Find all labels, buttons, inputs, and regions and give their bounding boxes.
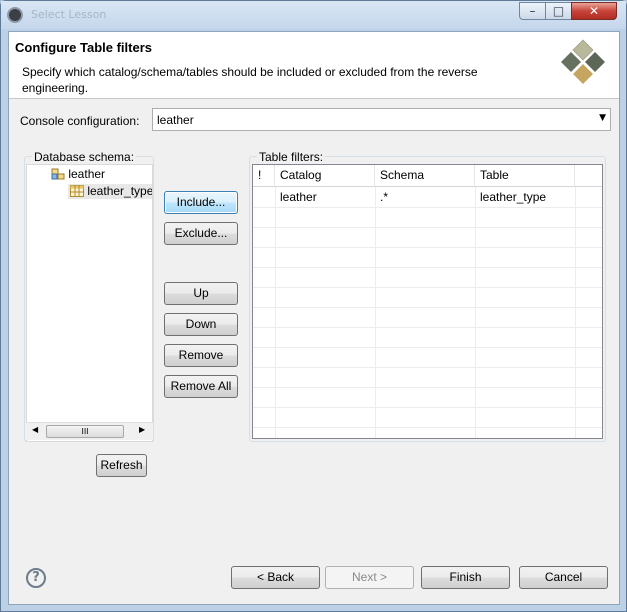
grid-divider — [253, 367, 602, 368]
database-schema-icon — [51, 168, 65, 180]
help-icon[interactable]: ? — [26, 568, 46, 588]
dialog-client-area: Configure Table filters Specify which ca… — [8, 31, 620, 605]
grid-divider — [275, 187, 276, 438]
scroll-right-icon[interactable]: ▶ — [139, 425, 145, 434]
grid-divider — [253, 347, 602, 348]
exclude-button[interactable]: Exclude... — [164, 222, 238, 245]
grid-divider — [375, 187, 376, 438]
eclipse-app-icon — [7, 7, 23, 23]
tree-node-label: leather — [68, 167, 106, 181]
cancel-button[interactable]: Cancel — [519, 566, 608, 589]
database-schema-tree[interactable]: leather leather_type — [26, 164, 153, 442]
scroll-grip-icon: III — [81, 427, 89, 436]
next-button[interactable]: Next > — [325, 566, 414, 589]
tree-node-leather-type[interactable]: leather_type — [68, 184, 153, 199]
title-bar[interactable]: Select Lesson – □ ✕ — [1, 1, 626, 29]
schema-tree-horizontal-scrollbar[interactable]: ◀ III ▶ — [26, 422, 153, 440]
column-header-table[interactable]: Table — [475, 165, 575, 187]
hibernate-cube-icon — [561, 39, 605, 84]
finish-button[interactable]: Finish — [421, 566, 510, 589]
chevron-down-icon: ▼ — [599, 113, 606, 123]
include-button[interactable]: Include... — [164, 191, 238, 214]
page-description: Specify which catalog/schema/tables shou… — [22, 65, 478, 95]
tree-node-label: leather_type — [87, 184, 153, 198]
grid-divider — [253, 307, 602, 308]
grid-divider — [253, 247, 602, 248]
minimize-icon: – — [529, 4, 536, 18]
grid-divider — [253, 227, 602, 228]
grid-divider — [475, 187, 476, 438]
table-filters-table[interactable]: ! Catalog Schema Table leather .* leathe… — [252, 164, 603, 439]
scroll-left-icon[interactable]: ◀ — [32, 425, 38, 434]
remove-button[interactable]: Remove — [164, 344, 238, 367]
grid-divider — [575, 187, 576, 438]
grid-divider — [253, 407, 602, 408]
minimize-button[interactable]: – — [519, 2, 546, 20]
grid-divider — [253, 287, 602, 288]
column-header-catalog[interactable]: Catalog — [275, 165, 375, 187]
grid-divider — [253, 427, 602, 428]
cell-schema[interactable]: .* — [375, 187, 475, 207]
wizard-header: Configure Table filters Specify which ca… — [9, 32, 619, 99]
dialog-window: Select Lesson – □ ✕ Configure Table filt… — [0, 0, 627, 612]
back-button[interactable]: < Back — [231, 566, 320, 589]
remove-all-button[interactable]: Remove All — [164, 375, 238, 398]
cell-catalog[interactable]: leather — [275, 187, 375, 207]
page-title: Configure Table filters — [15, 40, 152, 55]
table-icon — [70, 185, 84, 197]
window-title: Select Lesson — [31, 8, 107, 21]
tree-node-leather[interactable]: leather — [51, 167, 105, 181]
refresh-button[interactable]: Refresh — [96, 454, 147, 477]
cell-flag[interactable] — [253, 187, 275, 207]
grid-divider — [253, 267, 602, 268]
maximize-button[interactable]: □ — [545, 2, 572, 20]
cell-table[interactable]: leather_type — [475, 187, 575, 207]
console-configuration-value: leather — [157, 113, 194, 127]
table-filters-label: Table filters: — [257, 150, 326, 164]
up-button[interactable]: Up — [164, 282, 238, 305]
close-button[interactable]: ✕ — [571, 2, 617, 20]
grid-divider — [253, 387, 602, 388]
down-button[interactable]: Down — [164, 313, 238, 336]
database-schema-label: Database schema: — [32, 150, 137, 164]
maximize-icon: □ — [552, 4, 565, 18]
close-icon: ✕ — [588, 4, 600, 18]
console-configuration-label: Console configuration: — [20, 114, 140, 128]
scroll-thumb[interactable]: III — [46, 425, 124, 438]
grid-divider — [253, 327, 602, 328]
grid-divider — [253, 207, 602, 208]
column-header-schema[interactable]: Schema — [375, 165, 475, 187]
column-header-flag[interactable]: ! — [253, 165, 275, 187]
column-header-filler — [575, 165, 602, 187]
console-configuration-select[interactable]: leather ▼ — [152, 108, 611, 131]
